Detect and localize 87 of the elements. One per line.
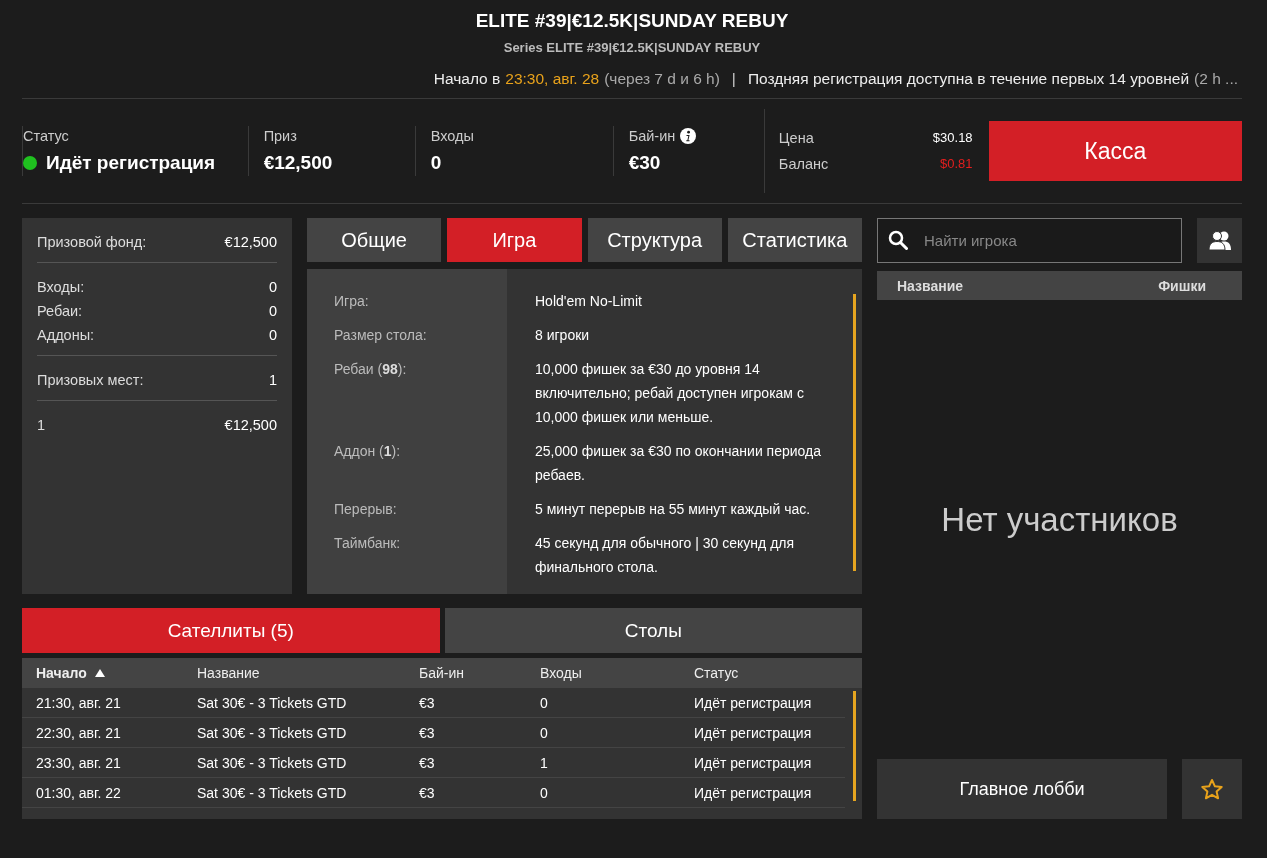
table-cell-text: Sat 30€ - 3 Tickets GTD [197, 724, 348, 741]
balance-value: $0.81 [939, 156, 973, 172]
column-header[interactable]: Бай-ин [419, 665, 464, 681]
table-cell-text: €3 [419, 784, 436, 801]
tournament-title: ELITE #39|€12.5K|SUNDAY REBUY [475, 10, 789, 32]
table-cell-text: Sat 30€ - 3 Tickets GTD [197, 694, 348, 711]
players-button[interactable] [1197, 218, 1242, 263]
table-cell-text: Идёт регистрация [694, 754, 813, 771]
table-cell-text: 0 [540, 694, 549, 711]
empty-message: Нет участников [941, 500, 1178, 539]
table-cell-text: 01:30, авг. 22 [36, 784, 122, 801]
table-cell-text: 0 [540, 724, 549, 741]
table-cell-text: 0 [540, 784, 549, 801]
tab[interactable]: Структура [587, 218, 722, 262]
table-cell-text: 1 [540, 754, 549, 771]
late-registration-more: (2 h ... [1194, 70, 1238, 88]
info-value: 5 минут перерыв на 55 минут каждый час. [535, 500, 812, 519]
table-cell-text: Идёт регистрация [694, 784, 813, 801]
tab[interactable]: Общие [307, 218, 442, 262]
tab[interactable]: Столы [444, 608, 862, 653]
tab[interactable]: Статистика [727, 218, 862, 262]
info-label: Игра: [334, 292, 370, 311]
sort-ascending-icon [94, 669, 105, 677]
separator: | [731, 70, 736, 88]
table-cell-text: €3 [419, 694, 436, 711]
stat-label: Приз [263, 128, 297, 144]
column-header[interactable]: Входы [540, 665, 582, 681]
main-lobby-button[interactable]: Главное лобби [877, 759, 1167, 819]
column-header[interactable]: Начало [36, 665, 87, 681]
prize-value: 1 [268, 371, 277, 390]
balance-label: Баланс [778, 156, 830, 172]
info-value: Hold'em No-Limit [535, 292, 643, 311]
stat-value: €12,500 [263, 152, 333, 174]
prize-label: Призовой фонд: [37, 233, 147, 252]
tab[interactable]: Игра [447, 218, 582, 262]
table-cell-text: €3 [419, 754, 436, 771]
info-icon [680, 128, 697, 144]
column-header[interactable]: Название [197, 665, 260, 681]
countdown: (через 7 d и 6 h) [604, 70, 720, 88]
table-cell-text: Идёт регистрация [694, 724, 813, 741]
prize-value: 0 [268, 278, 277, 297]
stat-value: 0 [430, 152, 442, 174]
price-value: $30.18 [931, 130, 973, 146]
table-cell-text: 23:30, авг. 21 [36, 754, 122, 771]
search-field[interactable]: Найти игрока [877, 218, 1182, 263]
prize-label: Аддоны: [37, 326, 95, 345]
column-header: Фишки [1158, 277, 1206, 294]
tab[interactable]: Сателлиты (5) [22, 608, 440, 653]
prize-label: 1 [37, 416, 46, 435]
column-header[interactable]: Статус [694, 665, 739, 681]
table-cell-text: Идёт регистрация [694, 694, 813, 711]
prize-label: Ребаи: [37, 302, 83, 321]
table-cell-text: €3 [419, 724, 436, 741]
star-icon [1200, 777, 1224, 801]
stat-label: Входы [430, 128, 474, 144]
price-label: Цена [778, 130, 815, 146]
info-value: 10,000 фишек за €30 до уровня 14 включительно; ребай доступен игрокам с 10,000 фишек или меньше. [535, 360, 805, 427]
late-registration-text: Поздняя регистрация доступна в течение первых 14 уровней [747, 70, 1190, 88]
info-label: Таймбанк: [334, 534, 402, 553]
prize-value: 0 [268, 302, 277, 321]
table-cell-text: 22:30, авг. 21 [36, 724, 122, 741]
info-value: 25,000 фишек за €30 по окончании периода ребаев. [535, 442, 822, 485]
table-cell-text: Sat 30€ - 3 Tickets GTD [197, 784, 348, 801]
prize-value: €12,500 [224, 233, 277, 252]
prize-label: Призовых мест: [37, 371, 144, 390]
info-label: Перерыв: [334, 500, 398, 519]
info-label: Размер стола: [334, 326, 428, 345]
cashier-button[interactable]: Касса [988, 121, 1242, 181]
table-cell-text: 21:30, авг. 21 [36, 694, 122, 711]
info-value: 8 игроки [535, 326, 591, 345]
info-label: Ребаи (98): [334, 360, 408, 379]
favorite-button[interactable] [1182, 759, 1242, 819]
table-cell-text: Sat 30€ - 3 Tickets GTD [197, 754, 348, 771]
stat-label: Бай-ин [628, 128, 676, 144]
people-icon [1207, 230, 1232, 251]
start-time: 23:30, авг. 28 [505, 70, 600, 88]
stat-label: Статус [23, 128, 69, 144]
info-label: Аддон (1): [334, 442, 402, 461]
start-label: Начало в [433, 70, 501, 88]
prize-value: €12,500 [224, 416, 277, 435]
info-value: 45 секунд для обычного | 30 секунд для финального стола. [535, 534, 796, 577]
prize-value: 0 [268, 326, 277, 345]
stat-value: Идёт регистрация [46, 152, 216, 174]
stat-value: €30 [628, 152, 661, 174]
prize-label: Входы: [37, 278, 85, 297]
column-header: Название [897, 277, 964, 294]
tournament-subtitle: Series ELITE #39|€12.5K|SUNDAY REBUY [503, 40, 761, 55]
